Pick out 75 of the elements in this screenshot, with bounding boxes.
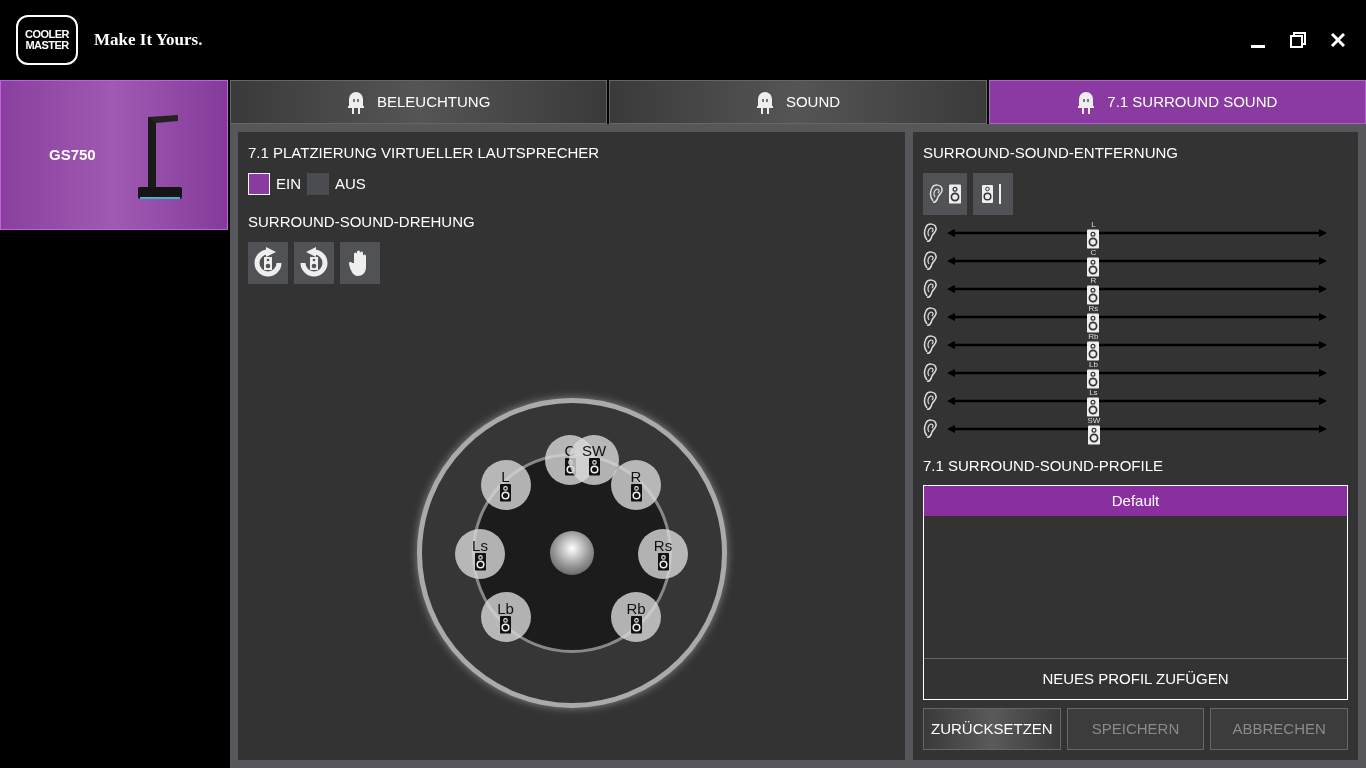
- speaker-icon: [1087, 256, 1100, 277]
- rotate-counterclockwise-icon: [298, 246, 330, 279]
- speaker-icon: [1087, 396, 1100, 417]
- speaker-icon: [588, 458, 600, 477]
- section-title: 7.1 PLATZIERUNG VIRTUELLER LAUTSPRECHER: [248, 143, 601, 163]
- speaker-icon: [1087, 228, 1100, 249]
- logo: COOLER MASTER: [16, 15, 78, 65]
- speaker-marker[interactable]: Ls: [1087, 388, 1100, 417]
- speaker-marker[interactable]: Rb: [1087, 332, 1100, 361]
- ear-icon: [923, 417, 939, 440]
- distance-slider[interactable]: SW: [947, 414, 1327, 443]
- speaker-marker[interactable]: SW: [1087, 416, 1101, 445]
- speaker-icon: [630, 615, 642, 634]
- section-title: SURROUND-SOUND-ENTFERNUNG: [923, 143, 1179, 163]
- toggle-label: EIN: [276, 173, 301, 194]
- speaker-icon: [1087, 284, 1100, 305]
- distance-mode-button[interactable]: [973, 172, 1013, 215]
- ear-icon: [929, 182, 945, 205]
- bulb-icon: [347, 90, 365, 114]
- close-icon: [1331, 33, 1345, 47]
- speaker-icon: [630, 483, 642, 502]
- speaker-marker[interactable]: Lb: [1087, 360, 1100, 389]
- speaker-marker[interactable]: Rs: [1087, 304, 1100, 333]
- section-title: SURROUND-SOUND-DREHUNG: [248, 212, 476, 232]
- ear-icon: [923, 389, 939, 412]
- rotate-clockwise-icon: [252, 246, 284, 279]
- distance-slider[interactable]: Ls: [947, 386, 1327, 415]
- add-profile-button[interactable]: NEUES PROFIL ZUFÜGEN: [924, 658, 1347, 699]
- distance-slider[interactable]: Rs: [947, 302, 1327, 331]
- speaker-icon: [500, 615, 511, 634]
- bulb-icon: [755, 90, 774, 114]
- speaker-icon: [500, 483, 511, 502]
- speaker-icon: [1087, 312, 1100, 333]
- speaker-marker[interactable]: R: [1087, 276, 1100, 305]
- profile-item[interactable]: Default: [924, 486, 1347, 516]
- toggle-label: AUS: [335, 173, 366, 194]
- ear-icon: [923, 305, 939, 328]
- ear-icon: [923, 249, 939, 272]
- rotation-button[interactable]: [340, 241, 380, 284]
- ear-icon: [923, 221, 939, 244]
- toggle-square[interactable]: [248, 172, 270, 195]
- speaker-node[interactable]: Ls: [455, 529, 505, 580]
- distance-mode-button[interactable]: [923, 172, 967, 215]
- speaker-node[interactable]: L: [480, 460, 531, 511]
- distance-slider[interactable]: L: [947, 218, 1327, 247]
- rotation-button[interactable]: [294, 241, 334, 284]
- maximize-icon: [1290, 32, 1306, 48]
- device-name: GS750: [49, 144, 96, 165]
- speaker-icon: [949, 183, 961, 204]
- speaker-icon: [657, 552, 669, 571]
- distance-slider[interactable]: R: [947, 274, 1327, 303]
- speaker-icon: [1087, 424, 1100, 445]
- speaker-icon: [1087, 368, 1100, 389]
- bulb-icon: [1077, 90, 1096, 114]
- tab[interactable]: 7.1 SURROUND SOUND: [988, 80, 1366, 124]
- speaker-icon: [474, 552, 486, 571]
- tagline: Make It Yours.: [94, 29, 203, 52]
- speaker-node[interactable]: Lb: [480, 592, 531, 643]
- rotation-button[interactable]: [248, 241, 288, 284]
- speaker-marker[interactable]: C: [1087, 248, 1100, 277]
- ear-icon: [923, 361, 939, 384]
- tab[interactable]: BELEUCHTUNG: [230, 80, 608, 124]
- speaker-node[interactable]: Rs: [638, 529, 688, 580]
- action-button[interactable]: ZURÜCKSETZEN: [923, 708, 1061, 750]
- distance-slider[interactable]: Rb: [947, 330, 1327, 359]
- distance-slider[interactable]: Lb: [947, 358, 1327, 387]
- section-title: 7.1 SURROUND-SOUND-PROFILE: [923, 455, 1165, 476]
- tab[interactable]: SOUND: [609, 80, 987, 124]
- speaker-marker[interactable]: L: [1087, 220, 1100, 249]
- ear-icon: [923, 333, 939, 356]
- distance-slider[interactable]: C: [947, 246, 1327, 275]
- speaker-icon: [1087, 340, 1100, 361]
- toggle-square[interactable]: [307, 172, 329, 195]
- ear-icon: [923, 277, 939, 300]
- device-card[interactable]: GS750: [0, 80, 228, 230]
